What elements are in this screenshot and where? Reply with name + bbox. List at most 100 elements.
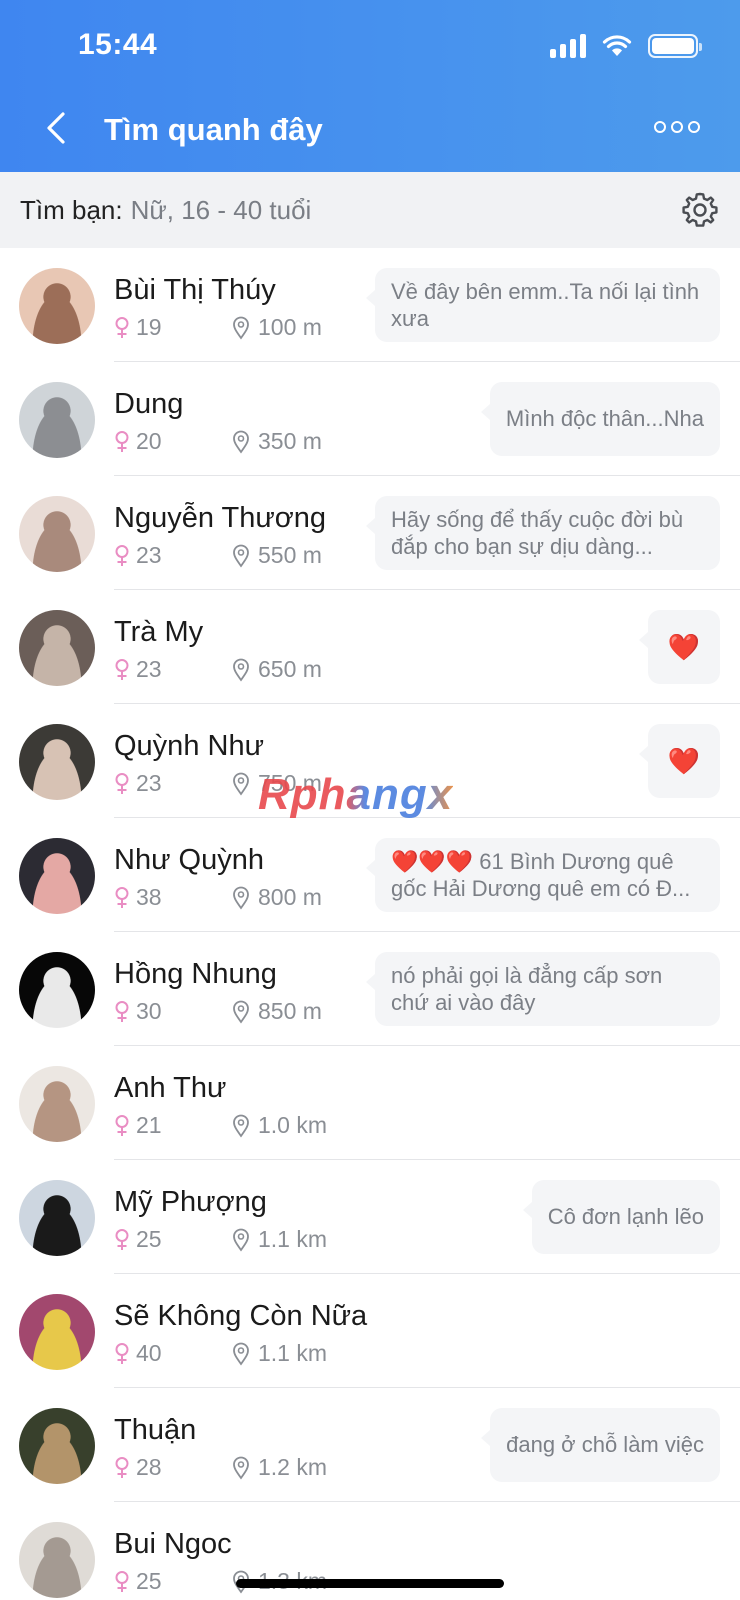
more-dot-icon — [654, 121, 666, 133]
status-text: ❤️ — [667, 745, 700, 776]
avatar[interactable] — [19, 496, 95, 572]
user-distance: 100 m — [232, 314, 322, 341]
chevron-left-icon — [47, 112, 65, 144]
status-time: 15:44 — [78, 28, 158, 61]
female-icon — [115, 430, 129, 452]
user-age: 28 — [114, 1454, 162, 1481]
list-item[interactable]: Anh Thư 21 1.0 km — [0, 1046, 740, 1160]
list-item[interactable]: Mỹ Phượng 25 1.1 km Cô đơn lạnh lẽo — [0, 1160, 740, 1274]
female-icon — [115, 544, 129, 566]
user-age: 20 — [114, 428, 162, 455]
user-age: 40 — [114, 1340, 162, 1367]
user-name: Quỳnh Như — [114, 730, 264, 762]
list-item[interactable]: Thuận 28 1.2 km đang ở chỗ làm việc — [0, 1388, 740, 1502]
list-item[interactable]: Trà My 23 650 m ❤️ — [0, 590, 740, 704]
user-name: Bui Ngoc — [114, 1528, 232, 1560]
status-bubble: đang ở chỗ làm việc — [481, 1408, 720, 1482]
list-item[interactable]: Nguyễn Thương 23 550 m Hãy sống để thấy … — [0, 476, 740, 590]
battery-icon — [648, 34, 702, 58]
age-value: 40 — [136, 1340, 162, 1366]
status-text: Hãy sống để thấy cuộc đời bù đắp cho bạn… — [391, 506, 684, 560]
list-item[interactable]: Hồng Nhung 30 850 m nó phải gọi là đẳng … — [0, 932, 740, 1046]
user-distance: 1.1 km — [232, 1226, 327, 1253]
status-text: Cô đơn lạnh lẽo — [547, 1204, 704, 1230]
user-age: 30 — [114, 998, 162, 1025]
gear-icon[interactable] — [680, 190, 720, 230]
list-item[interactable]: Như Quỳnh 38 800 m ❤️❤️❤️ 61 Bình Dương … — [0, 818, 740, 932]
user-name: Nguyễn Thương — [114, 502, 327, 534]
avatar[interactable] — [19, 1180, 95, 1256]
location-pin-icon — [233, 430, 249, 454]
user-age: 23 — [114, 770, 162, 797]
distance-value: 650 m — [258, 656, 322, 682]
avatar[interactable] — [19, 1408, 95, 1484]
distance-value: 350 m — [258, 428, 322, 454]
avatar[interactable] — [19, 610, 95, 686]
user-name: Dung — [114, 388, 184, 420]
user-distance: 1.0 km — [232, 1112, 327, 1139]
status-text: ❤️❤️❤️ 61 Bình Dương quê gốc Hải Dương q… — [391, 848, 691, 902]
avatar[interactable] — [19, 724, 95, 800]
filter-bar[interactable]: Tìm bạn: Nữ, 16 - 40 tuổi — [0, 172, 740, 248]
age-value: 23 — [136, 770, 162, 796]
status-text: đang ở chỗ làm việc — [506, 1432, 704, 1458]
avatar[interactable] — [19, 1066, 95, 1142]
user-distance: 850 m — [232, 998, 322, 1025]
avatar[interactable] — [19, 382, 95, 458]
back-button[interactable] — [34, 106, 78, 150]
user-name: Thuận — [114, 1414, 197, 1446]
user-age: 21 — [114, 1112, 162, 1139]
status-bubble: Cô đơn lạnh lẽo — [522, 1180, 720, 1254]
app-header: 15:44 Tìm quanh đây — [0, 0, 740, 172]
age-value: 23 — [136, 656, 162, 682]
female-icon — [115, 1456, 129, 1478]
cellular-signal-icon — [550, 34, 586, 58]
user-distance: 1.2 km — [232, 1454, 327, 1481]
age-value: 25 — [136, 1226, 162, 1252]
more-dot-icon — [671, 121, 683, 133]
location-pin-icon — [233, 658, 249, 682]
nearby-screen: 15:44 Tìm quanh đây Tìm bạn: Nữ, 16 - 40… — [0, 0, 740, 1600]
status-bubble: Hãy sống để thấy cuộc đời bù đắp cho bạn… — [366, 496, 720, 570]
list-item[interactable]: Bùi Thị Thúy 19 100 m Về đây bên emm..Ta… — [0, 248, 740, 362]
status-bubble: ❤️❤️❤️ 61 Bình Dương quê gốc Hải Dương q… — [366, 838, 720, 912]
list-item[interactable]: Dung 20 350 m Mình độc thân...Nha — [0, 362, 740, 476]
user-distance: 1.1 km — [232, 1340, 327, 1367]
status-icons — [550, 34, 702, 58]
user-distance: 350 m — [232, 428, 322, 455]
female-icon — [115, 1342, 129, 1364]
user-name: Bùi Thị Thúy — [114, 274, 276, 306]
female-icon — [115, 1570, 129, 1592]
user-name: Anh Thư — [114, 1072, 227, 1104]
avatar[interactable] — [19, 1294, 95, 1370]
user-name: Trà My — [114, 616, 204, 648]
nearby-user-list: Bùi Thị Thúy 19 100 m Về đây bên emm..Ta… — [0, 248, 740, 1600]
location-pin-icon — [233, 772, 249, 796]
location-pin-icon — [233, 886, 249, 910]
age-value: 30 — [136, 998, 162, 1024]
location-pin-icon — [233, 1456, 249, 1480]
status-text: Mình độc thân...Nha — [505, 406, 704, 432]
avatar[interactable] — [19, 838, 95, 914]
distance-value: 100 m — [258, 314, 322, 340]
more-options-button[interactable] — [654, 112, 710, 142]
avatar[interactable] — [19, 268, 95, 344]
wifi-icon — [602, 35, 632, 56]
user-age: 25 — [114, 1568, 162, 1595]
status-bubble: ❤️ — [638, 724, 720, 798]
user-distance: 800 m — [232, 884, 322, 911]
location-pin-icon — [233, 1114, 249, 1138]
status-bubble: Về đây bên emm..Ta nối lại tình xưa — [366, 268, 720, 342]
status-bubble: Mình độc thân...Nha — [480, 382, 720, 456]
distance-value: 850 m — [258, 998, 322, 1024]
avatar[interactable] — [19, 1522, 95, 1598]
watermark-logo: Rphangx — [258, 770, 454, 819]
distance-value: 550 m — [258, 542, 322, 568]
age-value: 28 — [136, 1454, 162, 1480]
avatar[interactable] — [19, 952, 95, 1028]
user-name: Như Quỳnh — [114, 844, 264, 876]
location-pin-icon — [233, 544, 249, 568]
user-name: Hồng Nhung — [114, 958, 277, 990]
list-item[interactable]: Sẽ Không Còn Nữa 40 1.1 km — [0, 1274, 740, 1388]
user-age: 19 — [114, 314, 162, 341]
